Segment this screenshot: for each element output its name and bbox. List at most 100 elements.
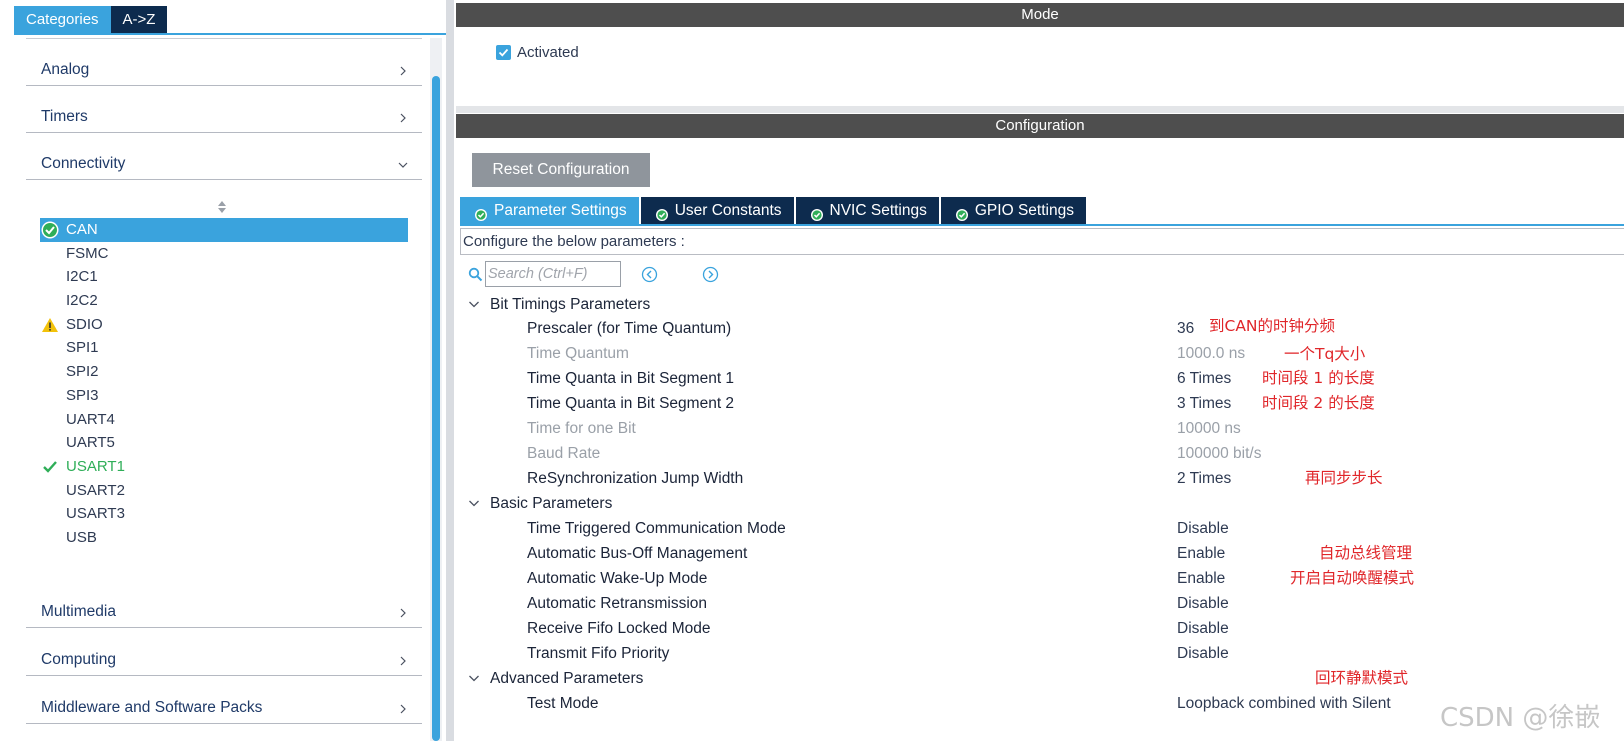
- param-name: Transmit Fifo Priority: [527, 645, 670, 662]
- activated-checkbox[interactable]: Activated: [496, 44, 579, 61]
- param-value[interactable]: Disable: [1177, 641, 1229, 666]
- peripheral-item-spi2[interactable]: SPI2: [40, 360, 408, 384]
- section-label: Analog: [41, 61, 90, 78]
- annotation-test-mode: 回环静默模式: [1315, 669, 1409, 687]
- peripheral-label: SPI2: [66, 363, 99, 381]
- tab-gpio-settings[interactable]: GPIO Settings: [940, 197, 1086, 224]
- check-circle-icon: [955, 204, 969, 221]
- param-row-prescaler[interactable]: Prescaler (for Time Quantum) 36: [527, 316, 1567, 341]
- peripheral-item-usart3[interactable]: USART3: [40, 502, 408, 526]
- check-circle-icon: [41, 221, 59, 239]
- param-row-bit-segment-2[interactable]: Time Quanta in Bit Segment 2 3 Times: [527, 391, 1567, 416]
- param-row-bit-segment-1[interactable]: Time Quanta in Bit Segment 1 6 Times: [527, 366, 1567, 391]
- section-analog[interactable]: Analog: [26, 38, 422, 86]
- section-label: Connectivity: [41, 155, 126, 172]
- param-name: Automatic Retransmission: [527, 595, 708, 612]
- param-row-ttcm[interactable]: Time Triggered Communication Mode Disable: [527, 516, 1567, 541]
- sort-arrows-icon[interactable]: [217, 200, 227, 214]
- tab-label: Parameter Settings: [494, 202, 627, 219]
- param-value[interactable]: Disable: [1177, 591, 1229, 616]
- peripheral-item-usart2[interactable]: USART2: [40, 479, 408, 503]
- group-advanced-parameters[interactable]: Advanced Parameters: [468, 666, 643, 691]
- group-label: Basic Parameters: [490, 495, 613, 512]
- group-bit-timings[interactable]: Bit Timings Parameters: [468, 292, 650, 317]
- watermark: CSDN @徐嵌: [1440, 703, 1601, 733]
- section-timers[interactable]: Timers: [26, 85, 422, 133]
- configure-text: Configure the below parameters :: [463, 233, 685, 250]
- search-input[interactable]: [485, 261, 621, 287]
- peripheral-label: USART2: [66, 481, 125, 499]
- previous-match-icon[interactable]: [641, 266, 658, 283]
- peripheral-item-spi3[interactable]: SPI3: [40, 384, 408, 408]
- section-computing[interactable]: Computing: [26, 628, 422, 676]
- peripheral-item-i2c1[interactable]: I2C1: [40, 265, 408, 289]
- peripheral-item-usart1[interactable]: USART1: [40, 455, 408, 479]
- tab-categories[interactable]: Categories: [14, 6, 111, 33]
- param-value[interactable]: 3 Times: [1177, 391, 1231, 416]
- param-row-txfp[interactable]: Transmit Fifo Priority Disable: [527, 641, 1567, 666]
- param-value[interactable]: 2 Times: [1177, 466, 1231, 491]
- peripheral-item-sdio[interactable]: SDIO: [40, 313, 408, 337]
- annotation-awum: 开启自动唤醒模式: [1290, 569, 1415, 587]
- section-connectivity[interactable]: Connectivity: [26, 132, 422, 180]
- peripheral-label: CAN: [66, 221, 98, 238]
- peripheral-item-fsmc[interactable]: FSMC: [40, 242, 408, 266]
- peripheral-item-usb[interactable]: USB: [40, 526, 408, 550]
- param-value[interactable]: Loopback combined with Silent: [1177, 691, 1391, 716]
- section-separator: [456, 106, 1624, 113]
- tab-label: NVIC Settings: [829, 202, 927, 219]
- tab-a-to-z[interactable]: A->Z: [110, 6, 168, 33]
- peripheral-label: SPI3: [66, 386, 99, 404]
- search-icon: [468, 267, 483, 282]
- peripheral-item-uart5[interactable]: UART5: [40, 431, 408, 455]
- tab-underline: [460, 224, 1624, 226]
- param-name: Baud Rate: [527, 445, 601, 462]
- check-circle-icon: [655, 204, 669, 221]
- category-tabs: Categories A->Z: [14, 6, 168, 33]
- tab-parameter-settings[interactable]: Parameter Settings: [460, 197, 639, 224]
- param-value[interactable]: Disable: [1177, 516, 1229, 541]
- param-row-retransmission[interactable]: Automatic Retransmission Disable: [527, 591, 1567, 616]
- param-name: Automatic Bus-Off Management: [527, 545, 748, 562]
- peripheral-item-i2c2[interactable]: I2C2: [40, 289, 408, 313]
- section-label: Computing: [41, 651, 116, 668]
- peripheral-item-can[interactable]: CAN: [40, 218, 408, 242]
- param-value[interactable]: Disable: [1177, 616, 1229, 641]
- tab-underline: [14, 33, 446, 35]
- section-middleware[interactable]: Middleware and Software Packs: [26, 676, 422, 724]
- param-row-time-one-bit: Time for one Bit 10000 ns: [527, 416, 1567, 441]
- param-value[interactable]: Enable: [1177, 566, 1225, 591]
- param-value[interactable]: 6 Times: [1177, 366, 1231, 391]
- annotation-bit-segment-2: 时间段 2 的长度: [1262, 394, 1375, 412]
- reset-configuration-button[interactable]: Reset Configuration: [472, 153, 650, 187]
- check-circle-icon: [810, 204, 824, 221]
- annotation-time-quantum: 一个Tq大小: [1284, 345, 1366, 363]
- tab-nvic-settings[interactable]: NVIC Settings: [795, 197, 939, 224]
- section-label: Timers: [41, 108, 88, 125]
- peripheral-label: SDIO: [66, 315, 103, 333]
- peripheral-label: I2C1: [66, 268, 98, 286]
- chevron-down-icon: [468, 667, 480, 682]
- scrollbar-thumb[interactable]: [432, 76, 440, 741]
- panel-splitter[interactable]: [446, 0, 454, 741]
- chevron-right-icon: [398, 656, 408, 666]
- param-name: Prescaler (for Time Quantum): [527, 320, 732, 337]
- chevron-right-icon: [398, 608, 408, 618]
- tab-user-constants[interactable]: User Constants: [640, 197, 794, 224]
- peripheral-item-spi1[interactable]: SPI1: [40, 336, 408, 360]
- config-tabs: Parameter Settings User Constants NVIC S…: [460, 197, 1088, 224]
- section-multimedia[interactable]: Multimedia: [26, 580, 422, 628]
- chevron-down-icon: [468, 293, 480, 308]
- tab-label: GPIO Settings: [974, 202, 1074, 219]
- param-row-rflm[interactable]: Receive Fifo Locked Mode Disable: [527, 616, 1567, 641]
- peripheral-item-uart4[interactable]: UART4: [40, 408, 408, 432]
- group-label: Bit Timings Parameters: [490, 296, 651, 313]
- param-value[interactable]: Enable: [1177, 541, 1225, 566]
- section-label: Multimedia: [41, 603, 116, 620]
- group-basic-parameters[interactable]: Basic Parameters: [468, 491, 612, 516]
- left-panel: Categories A->Z Analog Timers Connectivi…: [0, 0, 456, 741]
- next-match-icon[interactable]: [702, 266, 719, 283]
- param-row-sjw[interactable]: ReSynchronization Jump Width 2 Times: [527, 466, 1567, 491]
- param-value[interactable]: 36: [1177, 316, 1194, 341]
- param-row-test-mode[interactable]: Test Mode Loopback combined with Silent: [527, 691, 1567, 716]
